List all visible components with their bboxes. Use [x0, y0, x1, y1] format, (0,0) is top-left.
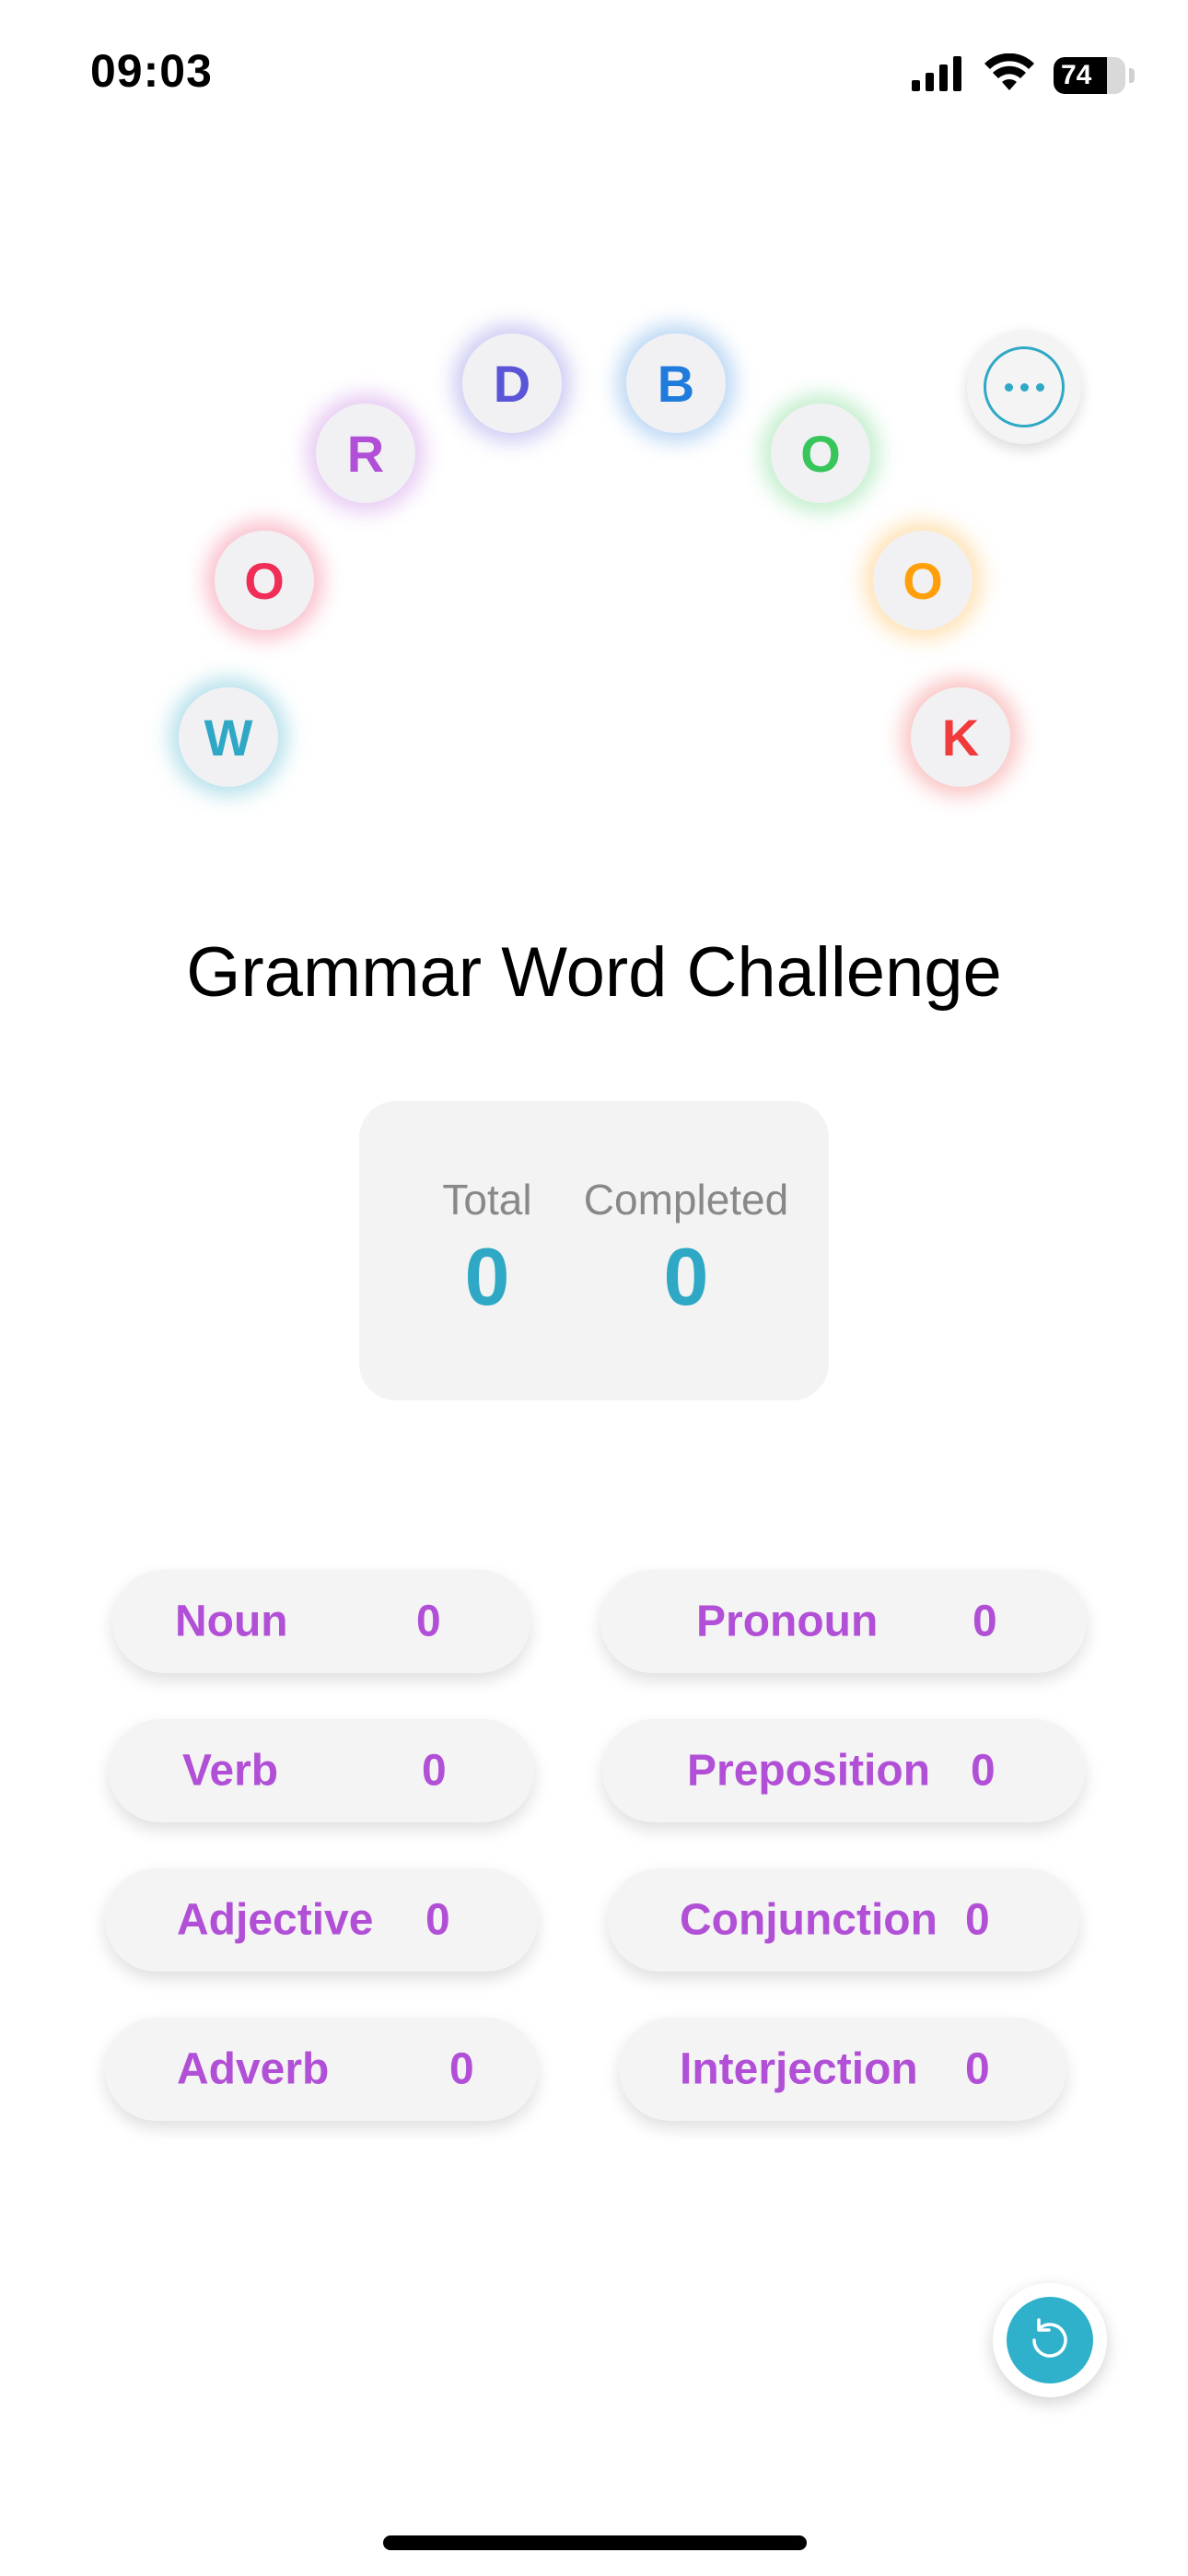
status-time: 09:03 — [90, 45, 213, 97]
total-label: Total — [442, 1176, 532, 1224]
logo-letter-d: D — [462, 334, 562, 433]
logo-letter-b: B — [626, 334, 726, 433]
category-interjection[interactable]: Interjection 0 — [619, 2018, 1066, 2121]
wifi-icon — [984, 53, 1035, 97]
ellipsis-icon — [984, 346, 1065, 427]
logo-letter-w: W — [179, 687, 278, 787]
home-indicator[interactable] — [383, 2535, 807, 2550]
category-verb[interactable]: Verb 0 — [109, 1719, 534, 1822]
category-label: Pronoun — [696, 1597, 879, 1646]
battery-level: 74 — [1061, 59, 1092, 90]
refresh-icon — [1007, 2297, 1093, 2383]
category-count: 0 — [422, 1746, 447, 1796]
logo-letter-k: K — [911, 687, 1010, 787]
category-conjunction[interactable]: Conjunction 0 — [608, 1868, 1079, 1972]
logo-letter-r: R — [316, 404, 415, 503]
completed-label: Completed — [583, 1176, 789, 1224]
category-label: Noun — [175, 1597, 288, 1646]
category-label: Verb — [182, 1746, 279, 1796]
category-count: 0 — [425, 1895, 450, 1945]
category-label: Adverb — [177, 2044, 330, 2094]
completed-stat: Completed 0 — [543, 1175, 829, 1324]
stats-card: Total 0 Completed 0 — [359, 1101, 829, 1400]
logo-letter-o1: O — [215, 531, 314, 630]
category-adverb[interactable]: Adverb 0 — [105, 2018, 538, 2121]
page-title: Grammar Word Challenge — [186, 933, 1002, 1012]
category-noun[interactable]: Noun 0 — [112, 1570, 530, 1673]
logo-letter-o3: O — [873, 531, 973, 630]
category-count: 0 — [965, 2044, 990, 2094]
completed-value: 0 — [663, 1231, 709, 1322]
status-icons: 74 — [910, 53, 1135, 97]
battery-icon: 74 — [1054, 56, 1125, 94]
category-label: Adjective — [177, 1895, 374, 1945]
category-label: Preposition — [687, 1746, 931, 1796]
more-options-button[interactable] — [967, 330, 1081, 444]
logo-letter-o2: O — [771, 404, 870, 503]
signal-icon — [910, 54, 965, 96]
total-value: 0 — [464, 1231, 510, 1322]
category-count: 0 — [965, 1895, 990, 1945]
category-preposition[interactable]: Preposition 0 — [602, 1719, 1085, 1822]
category-pronoun[interactable]: Pronoun 0 — [600, 1570, 1087, 1673]
app-screen: 09:03 74 W O R D B O O K Grammar Word Ch… — [0, 0, 1188, 2576]
category-count: 0 — [973, 1597, 997, 1646]
battery-nub — [1129, 67, 1135, 83]
total-stat: Total 0 — [427, 1175, 547, 1324]
category-label: Interjection — [680, 2044, 918, 2094]
category-adjective[interactable]: Adjective 0 — [105, 1868, 538, 1972]
category-count: 0 — [449, 2044, 474, 2094]
category-count: 0 — [416, 1597, 441, 1646]
reset-button[interactable] — [993, 2283, 1107, 2397]
category-count: 0 — [971, 1746, 996, 1796]
category-label: Conjunction — [680, 1895, 938, 1945]
